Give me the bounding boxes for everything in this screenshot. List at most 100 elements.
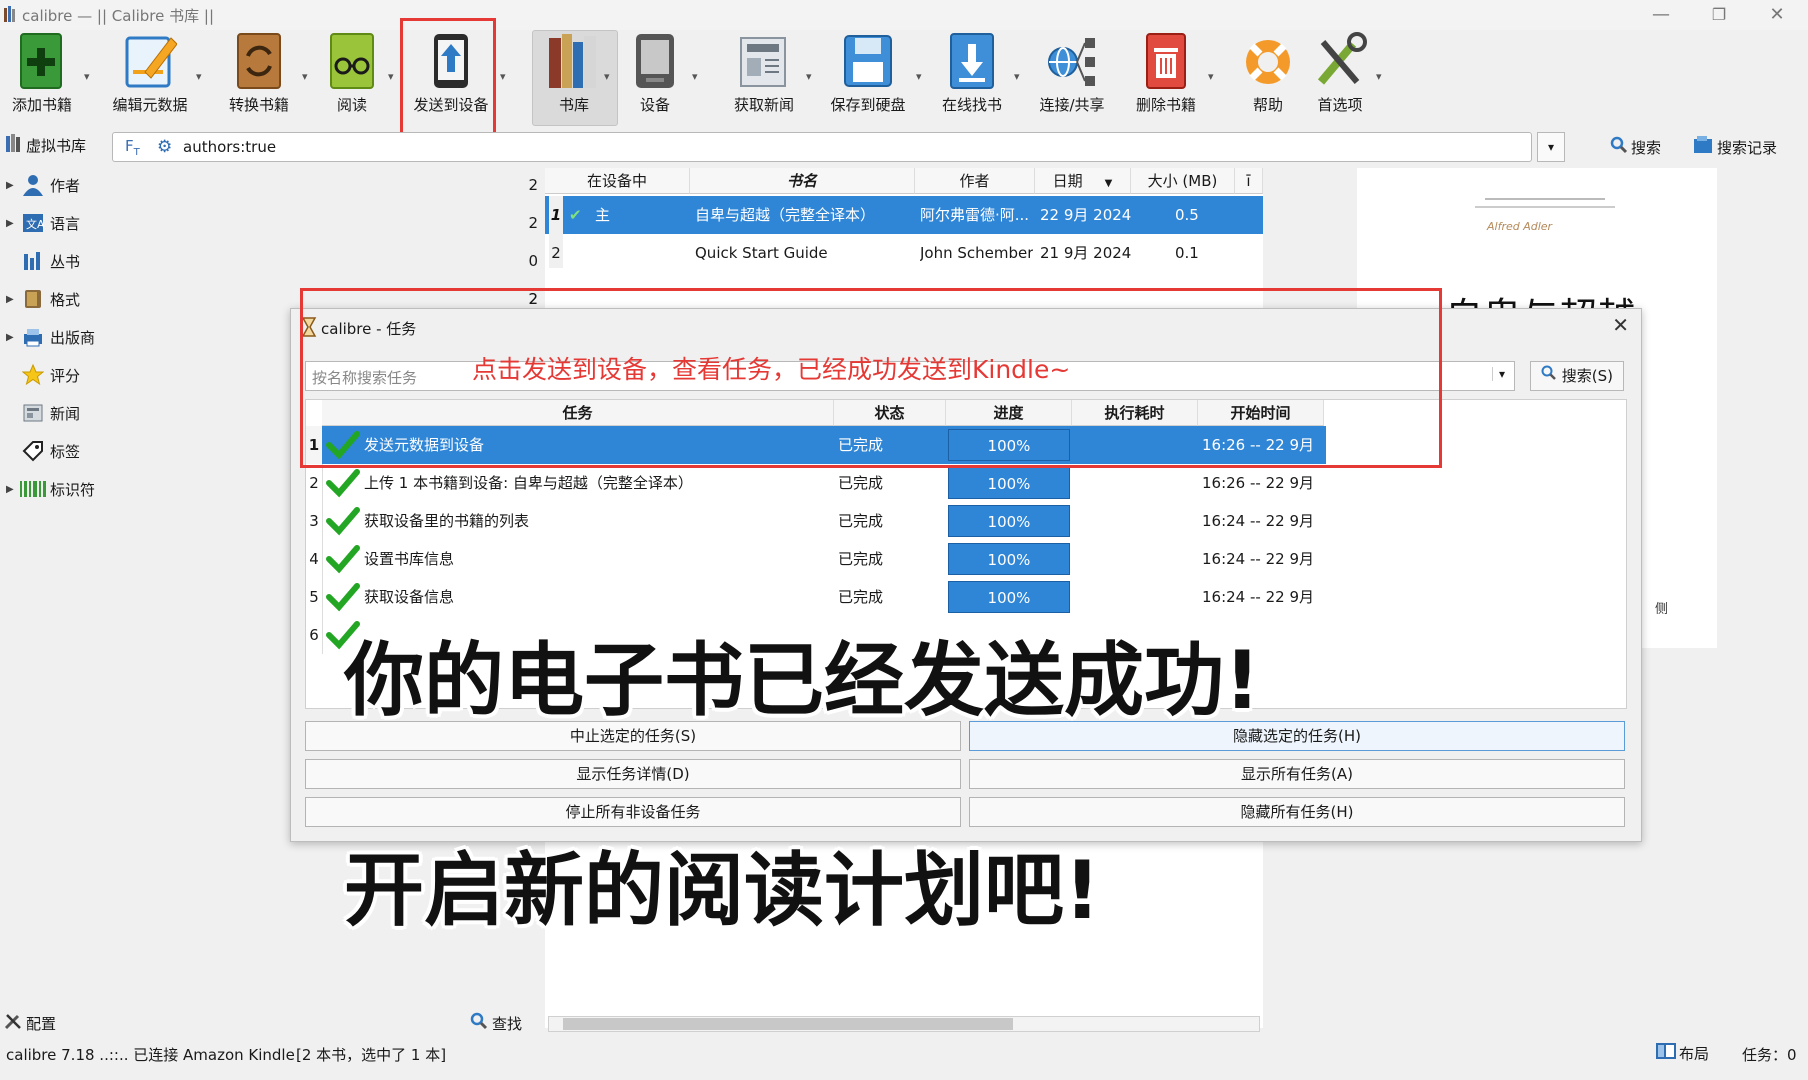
font-case-icon[interactable]: FT [125, 137, 140, 158]
scrollbar-thumb[interactable] [563, 1018, 1013, 1030]
job-row-number: 5 [306, 578, 323, 616]
saved-searches-button[interactable]: 搜索记录 [1694, 136, 1777, 158]
sidebar-item-series[interactable]: 丛书 [6, 246, 80, 276]
virtual-library-button[interactable]: 虚拟书库 [6, 134, 86, 156]
job-name: 设置书库信息 [364, 550, 455, 568]
checkmark-icon [326, 582, 360, 612]
configure-button[interactable]: 配置 [4, 1012, 56, 1034]
column-header-on-device[interactable]: 在设备中 [545, 168, 690, 194]
column-header-date[interactable]: 日期 ▼ [1035, 168, 1131, 194]
preferences-dropdown-icon[interactable]: ▾ [1376, 70, 1388, 83]
show-job-details-button[interactable]: 显示任务详情(D) [305, 759, 961, 789]
sidebar-count: 0 [528, 252, 538, 270]
status-bar: calibre 7.18 ..::.. 已连接 Amazon Kindle [2… [0, 1040, 1808, 1068]
close-window-button[interactable]: ✕ [1752, 2, 1802, 28]
job-row[interactable]: 2 上传 1 本书籍到设备: 自卑与超越（完整全译本） 已完成 100% 16:… [306, 464, 1326, 502]
edit-metadata-dropdown-icon[interactable]: ▾ [196, 70, 208, 83]
book-count: [2 本书，选中了 1 本] [296, 1046, 447, 1064]
book-size: 0.1 [1175, 244, 1199, 262]
get-books-dropdown-icon[interactable]: ▾ [1014, 70, 1026, 83]
preferences-button[interactable]: 首选项 [1304, 32, 1376, 122]
sidebar-item-languages[interactable]: ▶ 文A 语言 [6, 208, 80, 238]
help-button[interactable]: 帮助 [1232, 32, 1304, 122]
job-status: 已完成 [838, 512, 884, 530]
hide-all-jobs-button[interactable]: 隐藏所有任务(H) [969, 797, 1625, 827]
add-books-label: 添加书籍 [11, 96, 72, 114]
minimize-button[interactable]: — [1636, 2, 1686, 28]
convert-books-button[interactable]: 转换书籍 [224, 32, 294, 122]
fetch-news-dropdown-icon[interactable]: ▾ [806, 70, 818, 83]
view-button[interactable]: 阅读 [322, 32, 382, 122]
device-button[interactable]: 设备 [628, 32, 682, 122]
configure-label: 配置 [26, 1014, 57, 1033]
job-start-time: 16:24 -- 22 9月 [1202, 588, 1314, 606]
add-books-dropdown-icon[interactable]: ▾ [84, 70, 96, 83]
close-dialog-button[interactable]: ✕ [1612, 313, 1629, 337]
sidebar-item-identifiers[interactable]: ▶ 标识符 [6, 474, 95, 504]
sidebar-item-formats[interactable]: ▶ 格式 [6, 284, 80, 314]
table-row[interactable]: 2 Quick Start Guide John Schember 21 9月 … [545, 234, 1263, 272]
library-dropdown-icon[interactable]: ▾ [604, 70, 616, 83]
connect-share-button[interactable]: 连接/共享 [1036, 32, 1108, 122]
caption-line-2: 开启新的阅读计划吧! [344, 844, 1101, 937]
table-row[interactable]: 1 ✔ 主 自卑与超越（完整全译本） 阿尔弗雷德·阿... 22 9月 2024… [545, 196, 1263, 234]
book-size: 0.5 [1175, 206, 1199, 224]
sidebar-item-rating[interactable]: 评分 [6, 360, 80, 390]
job-row-number: 6 [306, 616, 323, 654]
add-books-button[interactable]: 添加书籍 [8, 32, 76, 122]
job-row[interactable]: 3 获取设备里的书籍的列表 已完成 100% 16:24 -- 22 9月 [306, 502, 1326, 540]
save-to-disk-dropdown-icon[interactable]: ▾ [916, 70, 928, 83]
job-status: 已完成 [838, 588, 884, 606]
gear-icon[interactable]: ⚙ [157, 137, 172, 157]
status-text: calibre 7.18 ..::.. 已连接 Amazon Kindle [6, 1046, 295, 1064]
lifebuoy-icon [1241, 32, 1295, 90]
jobs-count[interactable]: 任务：0 [1742, 1044, 1797, 1065]
expand-arrow-icon[interactable]: ▶ [6, 484, 20, 495]
expand-arrow-icon[interactable]: ▶ [6, 180, 20, 191]
job-progress-bar: 100% [948, 467, 1070, 499]
expand-arrow-icon[interactable]: ▶ [6, 218, 20, 229]
search-input[interactable]: FT ⚙ authors:true [112, 132, 1562, 162]
expand-arrow-icon[interactable]: ▶ [6, 294, 20, 305]
stop-non-device-jobs-button[interactable]: 停止所有非设备任务 [305, 797, 961, 827]
device-dropdown-icon[interactable]: ▾ [692, 70, 704, 83]
sidebar-item-tags[interactable]: 标签 [6, 436, 80, 466]
edit-metadata-button[interactable]: 编辑元数据 [106, 32, 194, 122]
restore-button[interactable]: ❐ [1694, 2, 1744, 28]
job-row[interactable]: 5 获取设备信息 已完成 100% 16:24 -- 22 9月 [306, 578, 1326, 616]
column-header-author[interactable]: 作者 [915, 168, 1035, 194]
view-dropdown-icon[interactable]: ▾ [388, 70, 400, 83]
sidebar-item-publishers[interactable]: ▶ 出版商 [6, 322, 95, 352]
sidebar-item-news[interactable]: 新闻 [6, 398, 80, 428]
column-header-size[interactable]: 大小 (MB) [1131, 168, 1235, 194]
show-all-jobs-button[interactable]: 显示所有任务(A) [969, 759, 1625, 789]
convert-dropdown-icon[interactable]: ▾ [302, 70, 314, 83]
sidebar-item-authors[interactable]: ▶ 作者 [6, 170, 80, 200]
ereader-icon [628, 32, 682, 90]
sidebar-item-label: 出版商 [50, 328, 96, 347]
find-button[interactable]: 查找 [470, 1012, 522, 1034]
search-button[interactable]: 搜索 [1610, 136, 1661, 158]
job-search-dropdown-icon[interactable]: ▾ [1492, 367, 1505, 381]
job-row[interactable]: 4 设置书库信息 已完成 100% 16:24 -- 22 9月 [306, 540, 1326, 578]
date-header-label: 日期 [1052, 172, 1083, 190]
expand-arrow-icon[interactable]: ▶ [6, 332, 20, 343]
horizontal-scrollbar[interactable] [548, 1016, 1260, 1032]
remove-books-button[interactable]: 删除书籍 [1130, 32, 1202, 122]
add-book-icon [15, 32, 69, 90]
search-history-dropdown[interactable]: ▾ [1537, 132, 1565, 162]
layout-button[interactable]: 布局 [1656, 1042, 1709, 1064]
send-to-device-dropdown-icon[interactable]: ▾ [500, 70, 512, 83]
fetch-news-button[interactable]: 获取新闻 [728, 32, 800, 122]
book-list[interactable]: 在设备中 书名 作者 日期 ▼ 大小 (MB) ī 1 ✔ 主 自卑与超越（完整全… [545, 168, 1263, 272]
sidebar-count: 2 [528, 214, 538, 232]
save-to-disk-button[interactable]: 保存到硬盘 [826, 32, 910, 122]
column-header-more[interactable]: ī [1235, 168, 1263, 194]
convert-book-icon [232, 32, 286, 90]
remove-books-dropdown-icon[interactable]: ▾ [1208, 70, 1220, 83]
column-header-title[interactable]: 书名 [690, 168, 915, 194]
job-search-button[interactable]: 搜索(S) [1530, 361, 1624, 391]
cover-line [1475, 206, 1615, 208]
get-books-button[interactable]: 在线找书 [936, 32, 1008, 122]
library-button[interactable]: 书库 [538, 32, 610, 122]
